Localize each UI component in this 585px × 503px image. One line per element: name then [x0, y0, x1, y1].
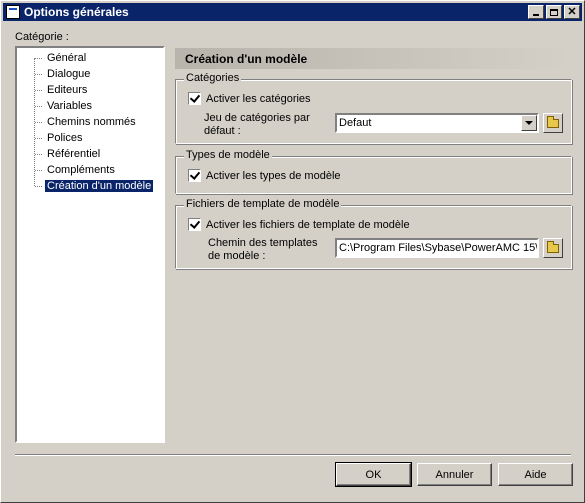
tree-item-polices[interactable]: Polices: [35, 130, 84, 146]
cancel-button[interactable]: Annuler: [417, 463, 492, 486]
browse-templates-button[interactable]: [543, 238, 563, 258]
tree-item-chemins-nommes[interactable]: Chemins nommés: [35, 114, 138, 130]
separator: [15, 454, 571, 456]
close-button[interactable]: ✕: [564, 5, 580, 19]
tree-item-variables[interactable]: Variables: [35, 98, 94, 114]
enable-categories-label: Activer les catégories: [206, 92, 311, 105]
title-bar[interactable]: Options générales ✕: [3, 3, 582, 21]
tree-item-dialogue[interactable]: Dialogue: [35, 66, 92, 82]
category-set-select[interactable]: Defaut: [335, 113, 539, 133]
enable-templates-checkbox[interactable]: Activer les fichiers de template de modè…: [188, 218, 410, 231]
panel-title: Création d'un modèle: [175, 48, 573, 69]
templates-path-input[interactable]: C:\Program Files\Sybase\PowerAMC 15\: [335, 238, 539, 258]
checkbox-box: [188, 169, 201, 182]
enable-categories-checkbox[interactable]: Activer les catégories: [188, 92, 311, 105]
templates-group: Fichiers de template de modèle Activer l…: [175, 198, 572, 269]
dropdown-arrow-icon[interactable]: [521, 115, 537, 131]
app-icon: [6, 5, 20, 19]
model-types-group: Types de modèle Activer les types de mod…: [175, 149, 572, 194]
tree-item-creation-modele[interactable]: Création d'un modèle: [35, 178, 155, 194]
folder-icon: [547, 115, 559, 128]
ok-button[interactable]: OK: [335, 462, 412, 487]
tree-item-editeurs[interactable]: Editeurs: [35, 82, 89, 98]
categories-group: Catégories Activer les catégories Jeu de…: [175, 72, 572, 144]
categories-legend: Catégories: [184, 72, 242, 84]
browse-categories-button[interactable]: [543, 113, 563, 133]
templates-legend: Fichiers de template de modèle: [184, 198, 342, 210]
tree-item-referentiel[interactable]: Référentiel: [35, 146, 102, 162]
minimize-button[interactable]: [528, 5, 544, 19]
category-tree[interactable]: Général Dialogue Editeurs Variables Chem…: [15, 46, 165, 443]
checkbox-box: [188, 218, 201, 231]
enable-templates-label: Activer les fichiers de template de modè…: [206, 218, 410, 231]
model-types-legend: Types de modèle: [184, 149, 272, 161]
tree-item-complements[interactable]: Compléments: [35, 162, 117, 178]
templates-path-label: Chemin des templates de modèle :: [208, 237, 318, 262]
folder-icon: [547, 240, 559, 253]
options-dialog: Options générales ✕ Catégorie : Général …: [0, 0, 585, 503]
window-title: Options générales: [24, 5, 129, 19]
enable-model-types-checkbox[interactable]: Activer les types de modèle: [188, 169, 341, 182]
checkbox-box: [188, 92, 201, 105]
category-set-label: Jeu de catégories par défaut :: [204, 112, 310, 137]
enable-model-types-label: Activer les types de modèle: [206, 169, 341, 182]
category-label: Catégorie :: [15, 31, 69, 43]
maximize-button[interactable]: [546, 5, 562, 19]
help-button[interactable]: Aide: [498, 463, 573, 486]
tree-item-general[interactable]: Général: [35, 50, 88, 66]
